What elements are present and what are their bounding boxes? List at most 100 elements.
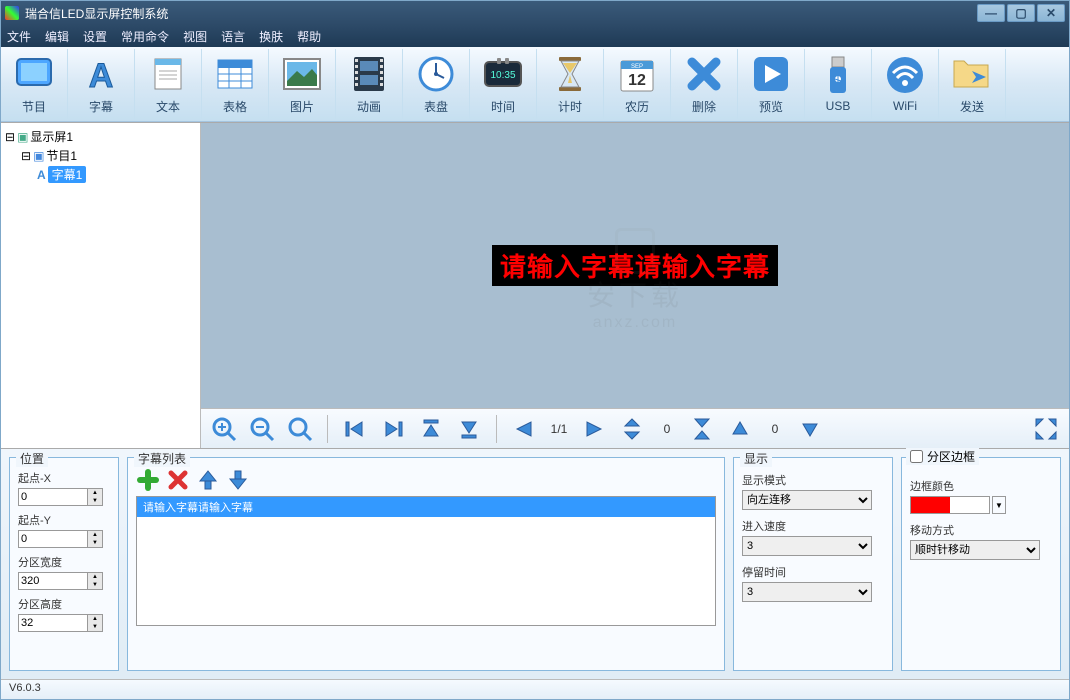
tb-program[interactable]: 节目 — [1, 49, 68, 119]
canvas-toolbar: 1/1 0 0 — [201, 408, 1069, 448]
led-text-display: 请输入字幕请输入字幕 — [492, 245, 778, 286]
tb-send[interactable]: 发送 — [939, 49, 1006, 119]
remove-subtitle-button[interactable] — [166, 468, 190, 492]
height-label: 分区高度 — [18, 596, 110, 612]
tb-preview[interactable]: 预览 — [738, 49, 805, 119]
menu-help[interactable]: 帮助 — [297, 28, 321, 45]
speed-label: 进入速度 — [742, 518, 884, 534]
starty-label: 起点-Y — [18, 512, 110, 528]
hstep-value: 0 — [763, 422, 787, 436]
menu-skin[interactable]: 换肤 — [259, 28, 283, 45]
page-indicator: 1/1 — [547, 422, 571, 436]
tb-timer[interactable]: 计时 — [537, 49, 604, 119]
menu-language[interactable]: 语言 — [221, 28, 245, 45]
close-button[interactable]: ✕ — [1037, 4, 1065, 22]
titlebar: 瑞合信LED显示屏控制系统 — ▢ ✕ — [1, 1, 1069, 25]
vstep-value: 0 — [655, 422, 679, 436]
width-down[interactable]: ▼ — [88, 581, 102, 589]
width-up[interactable]: ▲ — [88, 573, 102, 581]
menubar: 文件 编辑 设置 常用命令 视图 语言 换肤 帮助 — [1, 25, 1069, 47]
tree-subtitle[interactable]: A 字幕1 — [5, 165, 196, 184]
menu-view[interactable]: 视图 — [183, 28, 207, 45]
height-down[interactable]: ▼ — [88, 623, 102, 631]
subtitle-list-panel: 字幕列表 请输入字幕请输入字幕 — [127, 457, 725, 671]
zoom-in-button[interactable] — [209, 414, 239, 444]
tb-subtitle[interactable]: A 字幕 — [68, 49, 135, 119]
menu-settings[interactable]: 设置 — [83, 28, 107, 45]
starty-input[interactable] — [18, 530, 88, 548]
width-input[interactable] — [18, 572, 88, 590]
move-down-button[interactable] — [226, 468, 250, 492]
zoom-out-button[interactable] — [247, 414, 277, 444]
maximize-button[interactable]: ▢ — [1007, 4, 1035, 22]
add-subtitle-button[interactable] — [136, 468, 160, 492]
move-up-button[interactable] — [196, 468, 220, 492]
border-panel: 分区边框 边框颜色 ▼ 移动方式 顺时针移动 — [901, 457, 1061, 671]
tb-text[interactable]: 文本 — [135, 49, 202, 119]
window-title: 瑞合信LED显示屏控制系统 — [25, 5, 975, 22]
first-page-button[interactable] — [340, 414, 370, 444]
display-panel: 显示 显示模式 向左连移 进入速度 3 停留时间 3 — [733, 457, 893, 671]
startx-down[interactable]: ▼ — [88, 497, 102, 505]
border-enable-checkbox[interactable] — [910, 450, 923, 463]
tb-calendar[interactable]: 12SEP 农历 — [604, 49, 671, 119]
tb-animation[interactable]: 动画 — [336, 49, 403, 119]
fullscreen-button[interactable] — [1031, 414, 1061, 444]
clock-dial-icon — [416, 54, 456, 94]
play-icon — [751, 54, 791, 94]
tb-image[interactable]: 图片 — [269, 49, 336, 119]
tb-delete[interactable]: 删除 — [671, 49, 738, 119]
collapse-v-button[interactable] — [687, 414, 717, 444]
width-label: 分区宽度 — [18, 554, 110, 570]
expand-v-button[interactable] — [617, 414, 647, 444]
tree-program[interactable]: ⊟▣ 节目1 — [5, 146, 196, 165]
prev-button[interactable] — [509, 414, 539, 444]
tb-wifi[interactable]: WiFi — [872, 49, 939, 119]
next-button[interactable] — [579, 414, 609, 444]
menu-common[interactable]: 常用命令 — [121, 28, 169, 45]
speed-select[interactable]: 3 — [742, 536, 872, 556]
svg-text:10:35: 10:35 — [490, 70, 515, 81]
menu-file[interactable]: 文件 — [7, 28, 31, 45]
stay-label: 停留时间 — [742, 564, 884, 580]
last-page-button[interactable] — [378, 414, 408, 444]
tree-panel: ⊟▣ 显示屏1 ⊟▣ 节目1 A 字幕1 — [1, 123, 201, 448]
subtitle-listbox[interactable]: 请输入字幕请输入字幕 — [136, 496, 716, 626]
tb-dial[interactable]: 表盘 — [403, 49, 470, 119]
menu-edit[interactable]: 编辑 — [45, 28, 69, 45]
up-button[interactable] — [725, 414, 755, 444]
stay-select[interactable]: 3 — [742, 582, 872, 602]
calendar-icon: 12SEP — [617, 54, 657, 94]
tree-root[interactable]: ⊟▣ 显示屏1 — [5, 127, 196, 146]
startx-up[interactable]: ▲ — [88, 489, 102, 497]
preview-canvas[interactable]: 安下载 anxz.com 请输入字幕请输入字幕 — [201, 123, 1069, 408]
minimize-button[interactable]: — — [977, 4, 1005, 22]
tb-usb[interactable]: USB — [805, 49, 872, 119]
down-button[interactable] — [795, 414, 825, 444]
starty-down[interactable]: ▼ — [88, 539, 102, 547]
border-move-select[interactable]: 顺时针移动 — [910, 540, 1040, 560]
film-icon — [349, 54, 389, 94]
tb-table[interactable]: 表格 — [202, 49, 269, 119]
border-color-label: 边框颜色 — [910, 478, 1052, 494]
height-up[interactable]: ▲ — [88, 615, 102, 623]
zoom-fit-button[interactable] — [285, 414, 315, 444]
starty-up[interactable]: ▲ — [88, 531, 102, 539]
list-item[interactable]: 请输入字幕请输入字幕 — [137, 497, 715, 517]
top-button[interactable] — [416, 414, 446, 444]
bottom-button[interactable] — [454, 414, 484, 444]
hourglass-icon — [550, 54, 590, 94]
version-label: V6.0.3 — [9, 682, 41, 694]
tb-time[interactable]: 10:35 时间 — [470, 49, 537, 119]
border-color-swatch[interactable] — [910, 496, 990, 514]
color-dropdown-icon[interactable]: ▼ — [992, 496, 1006, 514]
monitor-icon — [14, 54, 54, 94]
notepad-icon — [148, 54, 188, 94]
mode-select[interactable]: 向左连移 — [742, 490, 872, 510]
wifi-icon — [885, 55, 925, 95]
height-input[interactable] — [18, 614, 88, 632]
startx-input[interactable] — [18, 488, 88, 506]
toolbar: 节目 A 字幕 文本 表格 图片 动画 表盘 10:35 时间 — [1, 47, 1069, 122]
app-logo-icon — [5, 6, 19, 20]
picture-icon — [282, 54, 322, 94]
